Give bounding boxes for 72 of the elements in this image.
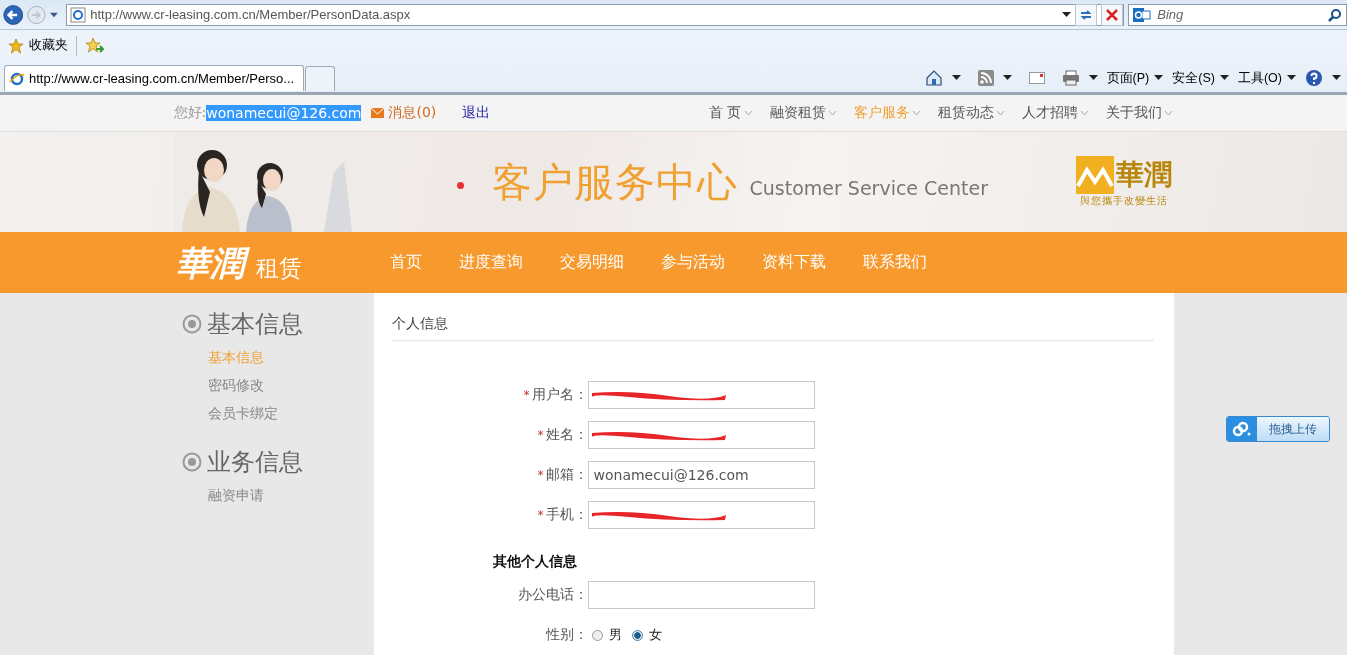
logout-link[interactable]: 退出 [462,104,491,122]
site-menu-item[interactable]: 人才招聘 [1021,104,1088,122]
logo-tagline: 與您攜手改變生活 [1079,194,1168,208]
favorites-button[interactable]: 收藏夹 [8,37,68,54]
sidebar-item[interactable]: 融资申请 [207,481,374,509]
dropdown-caret-icon[interactable] [1332,75,1341,81]
radio-label: 女 [648,626,662,644]
section-title: 基本信息 [206,309,303,340]
print-icon[interactable] [1061,70,1080,86]
dropdown-caret-icon[interactable] [1154,75,1164,81]
logo-icon [1075,156,1114,194]
add-favorite-icon[interactable] [85,36,105,55]
stop-button[interactable] [1101,3,1124,26]
section-title: 业务信息 [206,447,303,478]
dropdown-caret-icon[interactable] [1219,75,1229,81]
field-label: *用户名： [522,386,588,404]
page-icon [9,70,25,87]
help-icon[interactable] [1305,69,1323,87]
search-field[interactable]: Bing [1128,3,1347,26]
target-icon [181,452,202,472]
messages-link[interactable]: 消息(0) [371,104,437,122]
dropdown-caret-icon[interactable] [1062,11,1072,18]
banner-subtitle: Customer Service Center [749,177,989,199]
history-dropdown-icon[interactable] [50,11,59,18]
text-field[interactable] [587,581,815,609]
panel-title: 个人信息 [391,315,1154,341]
brand-suffix: 租赁 [255,254,302,283]
home-icon[interactable] [924,69,943,87]
brand-logo-text: 華潤 [173,239,252,286]
star-icon[interactable] [8,37,24,54]
field-label: *姓名： [536,426,588,444]
target-icon [181,314,202,334]
search-provider-icon [1133,6,1152,23]
bullet-dot [456,181,464,189]
dropdown-caret-icon[interactable] [1287,75,1296,81]
field-label: *邮箱： [536,466,588,484]
mail-icon[interactable] [1028,72,1045,84]
logo-text: 華潤 [1115,157,1172,193]
browser-tab[interactable]: http://www.cr-leasing.com.cn/Member/Perso... [4,65,304,91]
radio-button[interactable] [591,629,603,641]
address-bar[interactable]: http://www.cr-leasing.com.cn/Member/PersonData.aspx [66,3,1125,26]
upload-button[interactable]: 拖拽上传 [1226,416,1330,442]
stop-icon[interactable] [1106,8,1119,21]
site-menu-item[interactable]: 首 页 [709,104,752,122]
radio-button[interactable] [631,629,643,641]
username-text: wonamecui@126.com [206,105,362,121]
site-menu-item[interactable]: 融资租赁 [769,104,836,122]
text-field[interactable] [587,501,815,529]
safety-menu[interactable]: 安全(S) [1172,69,1229,87]
text-field[interactable]: wonamecui@126.com [587,461,815,489]
subsection-heading: 其他个人信息 [492,553,578,569]
banner-title: 客户服务中心 [491,157,738,207]
site-menu-item[interactable]: 租赁动态 [937,104,1004,122]
field-label: 性别： [544,626,588,644]
field-label: 办公电话： [516,586,588,604]
dropdown-caret-icon[interactable] [951,75,961,81]
envelope-icon [371,108,385,118]
page-icon [70,6,87,23]
dropdown-caret-icon[interactable] [1002,75,1012,81]
page-menu[interactable]: 页面(P) [1106,69,1164,87]
text-field[interactable] [587,421,815,449]
greeting-text: 您好: [173,104,207,122]
dropdown-caret-icon[interactable] [1088,75,1098,81]
feed-icon[interactable] [977,70,994,86]
text-field[interactable] [587,381,815,409]
site-menu-item[interactable]: 关于我们 [1105,104,1172,122]
sidebar-item[interactable]: 密码修改 [207,371,374,399]
sidebar-item[interactable]: 会员卡绑定 [207,399,374,427]
field-label: *手机： [536,506,588,524]
radio-label: 男 [608,626,622,644]
tools-menu[interactable]: 工具(O) [1237,69,1296,87]
search-icon[interactable] [1328,7,1342,22]
